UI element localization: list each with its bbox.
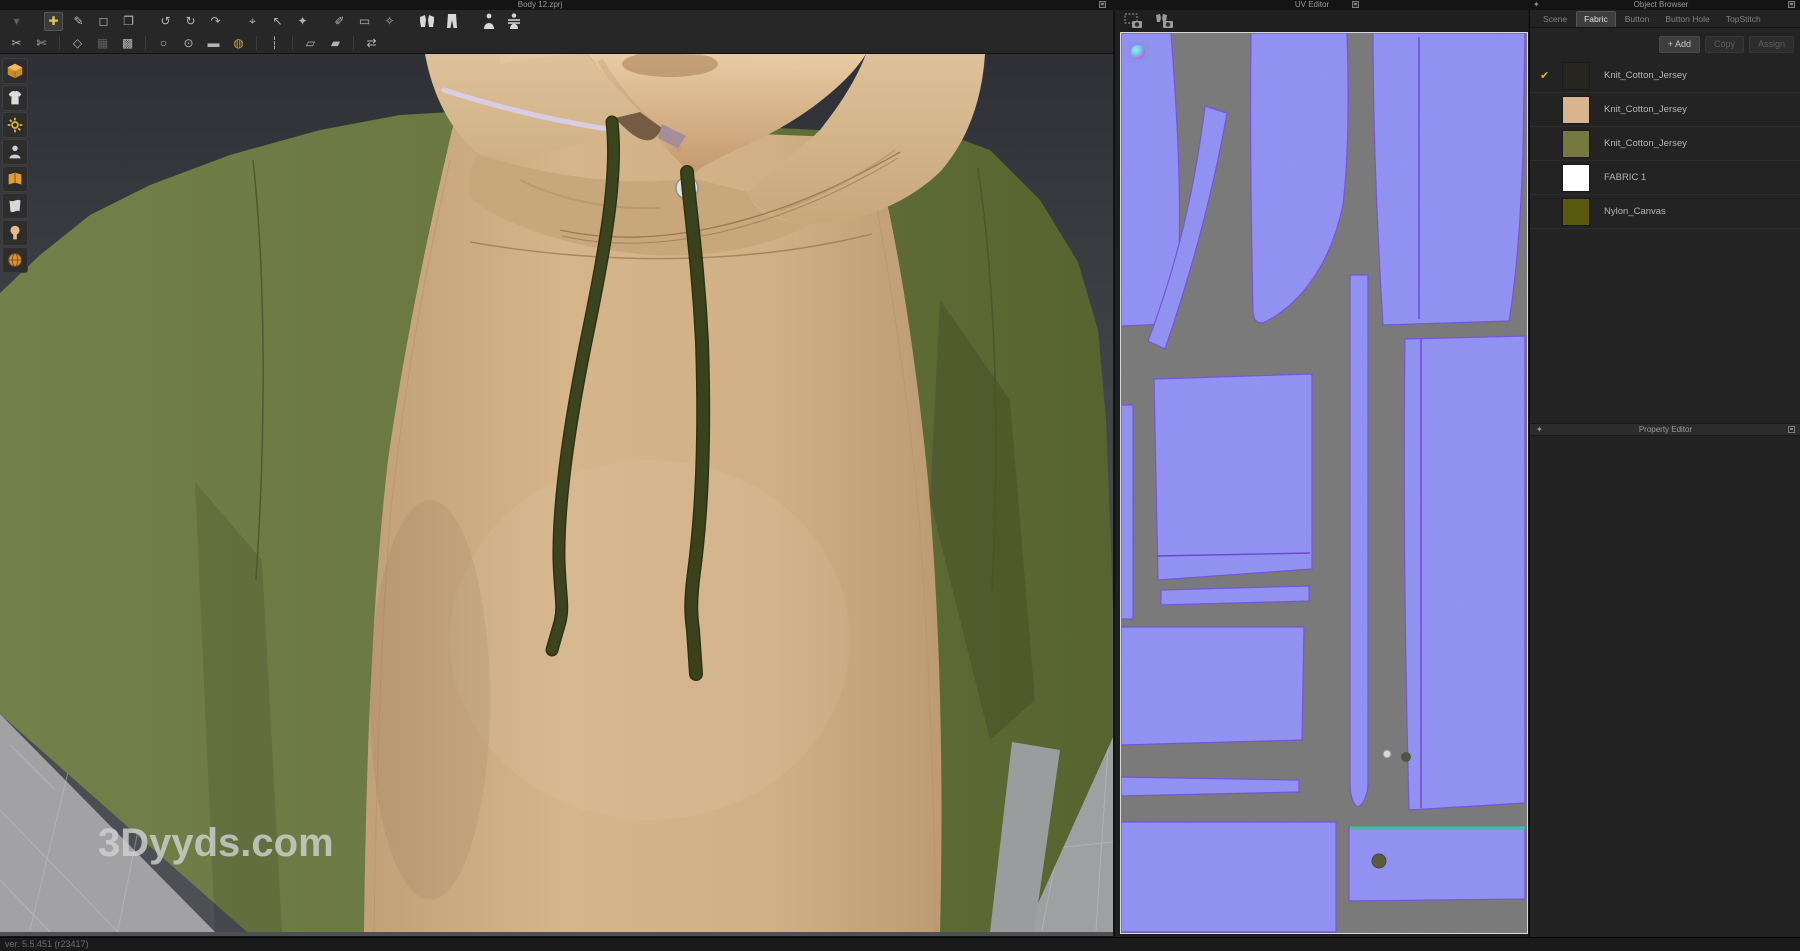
zipper-tool-icon[interactable]: ┆	[265, 34, 284, 53]
shirt-pair-tool-icon[interactable]	[417, 12, 436, 31]
fabric-swatch	[1562, 197, 1590, 226]
toolbar-row-1: ▾ ✚ ✎ ◻ ❐ ↺ ↻ ↷ ⌖ ↖ ✦ ✐ ▭ ✧	[0, 10, 1113, 32]
application-window: Body 12.zprj UV Editor Object Browser ✦	[0, 0, 1800, 951]
fabric-swatch	[1562, 129, 1590, 158]
fabric-swatch	[1562, 163, 1590, 192]
import-dropdown-icon[interactable]: ▾	[7, 12, 26, 31]
add-fabric-button[interactable]: + Add	[1658, 36, 1700, 53]
watermark-text: 3Dyyds.com	[98, 821, 334, 865]
object-browser-title: Object Browser	[1633, 0, 1689, 9]
transform-pattern-tool-icon[interactable]: ◻	[94, 12, 113, 31]
drag-garment-tool-icon[interactable]: ↖	[268, 12, 287, 31]
uv-snapshot-camera-icon[interactable]	[1123, 12, 1145, 30]
simulation-settings-icon[interactable]	[2, 112, 28, 138]
flattening-cursor-tool-icon[interactable]: ▱	[301, 34, 320, 53]
property-editor-header[interactable]: ✦ Property Editor	[1530, 423, 1800, 436]
property-editor-body	[1530, 436, 1800, 951]
object-browser-panel: Scene Fabric Button Button Hole TopStitc…	[1529, 10, 1800, 951]
tab-scene[interactable]: Scene	[1536, 12, 1574, 27]
main-toolbar: ▾ ✚ ✎ ◻ ❐ ↺ ↻ ↷ ⌖ ↖ ✦ ✐ ▭ ✧ ✂ ✄ ◇ ▦ ▩ ○ ⊙ ▬ ◍ ┆ ▱ ▰ ⇄	[0, 10, 1113, 54]
fabric-list-item[interactable]: ✔ Knit_Cotton_Jersey	[1530, 59, 1800, 93]
mesh-edit-tool-icon[interactable]: ▩	[118, 34, 137, 53]
viewport-float-icon[interactable]	[1099, 1, 1106, 8]
toolbar-row-2: ✂ ✄ ◇ ▦ ▩ ○ ⊙ ▬ ◍ ┆ ▱ ▰ ⇄	[0, 32, 1113, 54]
avatar-tool-icon[interactable]	[479, 12, 498, 31]
fabric-actions: + Add Copy Assign	[1530, 28, 1800, 59]
show-avatar-icon[interactable]	[2, 139, 28, 165]
edit-pattern-tool-icon[interactable]: ✎	[69, 12, 88, 31]
property-editor-title: Property Editor	[1638, 425, 1693, 434]
copy-fabric-button[interactable]: Copy	[1704, 36, 1744, 53]
steam-roller-tool-icon[interactable]: ▭	[355, 12, 374, 31]
seam-line-tool-icon[interactable]: ▬	[204, 34, 223, 53]
fabric-swatch	[1562, 95, 1590, 124]
active-fabric-check-icon: ✔	[1540, 70, 1550, 82]
show-3d-objects-icon[interactable]	[2, 58, 28, 84]
version-text: ver. 5.5.451 (r23417)	[5, 939, 89, 949]
uv-canvas[interactable]	[1120, 32, 1528, 934]
tab-button-hole[interactable]: Button Hole	[1658, 12, 1716, 27]
object-browser-float-icon[interactable]	[1788, 1, 1795, 8]
uv-garment-camera-icon[interactable]	[1153, 12, 1175, 30]
button-tool-icon[interactable]: ⊙	[179, 34, 198, 53]
fold-arrangement-tool-icon[interactable]: ↷	[206, 12, 225, 31]
object-browser-tabs: Scene Fabric Button Button Hole TopStitc…	[1530, 10, 1800, 28]
tab-button[interactable]: Button	[1618, 12, 1657, 27]
status-bar: ver. 5.5.451 (r23417)	[0, 937, 1800, 951]
polygon-pattern-tool-icon[interactable]: ◇	[68, 34, 87, 53]
fabric-library-icon[interactable]	[2, 166, 28, 192]
fabric-list-item[interactable]: Nylon_Canvas	[1530, 195, 1800, 229]
tab-fabric[interactable]: Fabric	[1576, 11, 1616, 27]
pants-tool-icon[interactable]	[442, 12, 461, 31]
trace-cursor-tool-icon[interactable]: ✂	[7, 34, 26, 53]
uv-editor-toolbar	[1123, 12, 1175, 30]
paste-pattern-tool-icon[interactable]: ❐	[119, 12, 138, 31]
fold-left-tool-icon[interactable]: ↺	[156, 12, 175, 31]
uv-editor-float-icon[interactable]	[1352, 1, 1359, 8]
property-editor-float-icon[interactable]	[1788, 426, 1795, 433]
symmetry-tool-icon[interactable]: ⇄	[362, 34, 381, 53]
tab-topstitch[interactable]: TopStitch	[1719, 12, 1768, 27]
fabric-texture-ball-icon[interactable]	[1127, 41, 1149, 63]
sewing-edit-tool-icon[interactable]: ✐	[330, 12, 349, 31]
object-browser-collapse-icon[interactable]: ✦	[1533, 0, 1540, 10]
fabric-list: ✔ Knit_Cotton_Jersey Knit_Cotton_Jersey …	[1530, 59, 1800, 229]
environment-globe-icon[interactable]	[2, 247, 28, 273]
avatar-skin-icon[interactable]	[2, 220, 28, 246]
fabric-swatch	[1562, 61, 1590, 90]
reset-garment-tool-icon[interactable]: ✦	[293, 12, 312, 31]
fold-right-tool-icon[interactable]: ↻	[181, 12, 200, 31]
show-cloth-icon[interactable]	[2, 193, 28, 219]
viewport-title: Body 12.zprj	[517, 0, 563, 9]
button-cursor-tool-icon[interactable]: ○	[154, 34, 173, 53]
fabric-list-item[interactable]: FABRIC 1	[1530, 161, 1800, 195]
pin-tool-icon[interactable]: ⌖	[243, 12, 262, 31]
uv-texture-noise	[1121, 33, 1527, 933]
mesh-select-tool-icon[interactable]: ▦	[93, 34, 112, 53]
avatar-pose-tool-icon[interactable]	[504, 12, 523, 31]
flattening-tool-icon[interactable]: ▰	[326, 34, 345, 53]
refresh-drape-tool-icon[interactable]: ✧	[380, 12, 399, 31]
cut-and-sew-tool-icon[interactable]: ✄	[32, 34, 51, 53]
fabric-list-item[interactable]: Knit_Cotton_Jersey	[1530, 127, 1800, 161]
move-tool-icon[interactable]: ✚	[44, 11, 63, 31]
viewport-side-toolbar	[2, 58, 32, 274]
panel-title-strip: Body 12.zprj UV Editor Object Browser ✦	[0, 0, 1800, 10]
assign-fabric-button[interactable]: Assign	[1748, 36, 1794, 53]
uv-editor-panel	[1114, 10, 1528, 937]
show-garment-icon[interactable]	[2, 85, 28, 111]
viewport-3d[interactable]: 3Dyyds.com	[0, 44, 1114, 936]
grading-lock-tool-icon[interactable]: ◍	[229, 34, 248, 53]
uv-editor-title: UV Editor	[1294, 0, 1330, 9]
fabric-list-item[interactable]: Knit_Cotton_Jersey	[1530, 93, 1800, 127]
